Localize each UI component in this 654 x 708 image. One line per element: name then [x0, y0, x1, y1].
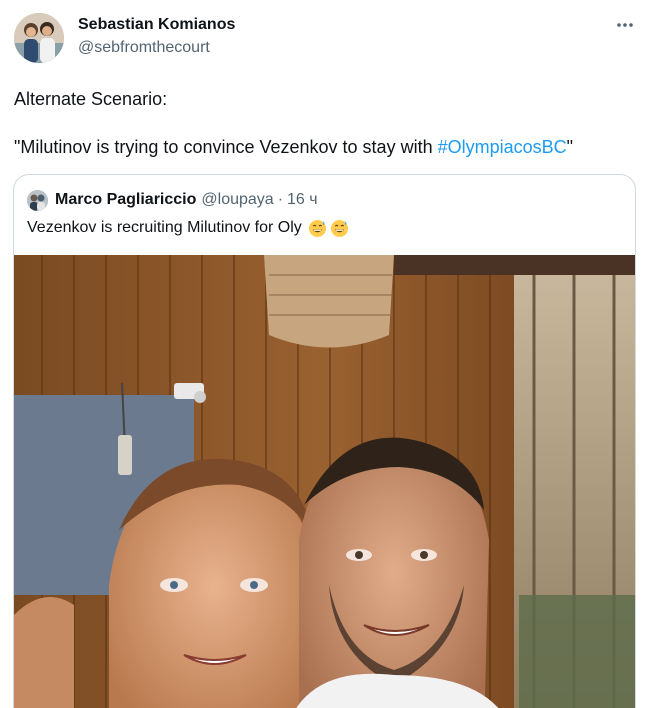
quoted-timestamp[interactable]: 16 ч [287, 191, 318, 209]
tweet-text: Alternate Scenario: "Milutinov is trying… [14, 86, 634, 160]
more-horizontal-icon [617, 23, 633, 27]
tweet-line-1: Alternate Scenario: [14, 89, 168, 109]
quoted-author-avatar[interactable] [27, 189, 48, 211]
grinning-sweat-emoji [308, 219, 326, 237]
author-name[interactable]: Sebastian Komianos [78, 16, 235, 34]
more-options-button[interactable] [608, 12, 642, 38]
quoted-tweet-header: Marco Pagliariccio @loupaya · 16 ч [27, 189, 318, 211]
quoted-tweet-card[interactable]: Marco Pagliariccio @loupaya · 16 ч Vezen… [13, 174, 636, 708]
author-avatar[interactable] [14, 13, 64, 63]
quoted-text-body: Vezenkov is recruiting Milutinov for Oly [27, 219, 302, 236]
quoted-author-handle[interactable]: @loupaya [201, 191, 273, 209]
tweet: Sebastian Komianos @sebfromthecourt Alte… [0, 0, 654, 708]
tweet-line-2-prefix: "Milutinov is trying to convince Vezenko… [14, 137, 438, 157]
quoted-tweet-text: Vezenkov is recruiting Milutinov for Oly [27, 217, 349, 239]
tweet-line-2: "Milutinov is trying to convince Vezenko… [14, 134, 634, 160]
tweet-line-2-suffix: " [566, 137, 574, 157]
quoted-author-name[interactable]: Marco Pagliariccio [55, 191, 196, 209]
hashtag-link[interactable]: #OlympiacosBC [438, 137, 567, 157]
author-handle[interactable]: @sebfromthecourt [78, 39, 210, 57]
quoted-tweet-photo[interactable] [14, 255, 635, 708]
quoted-separator: · [277, 191, 284, 208]
grinning-sweat-emoji [330, 219, 348, 237]
